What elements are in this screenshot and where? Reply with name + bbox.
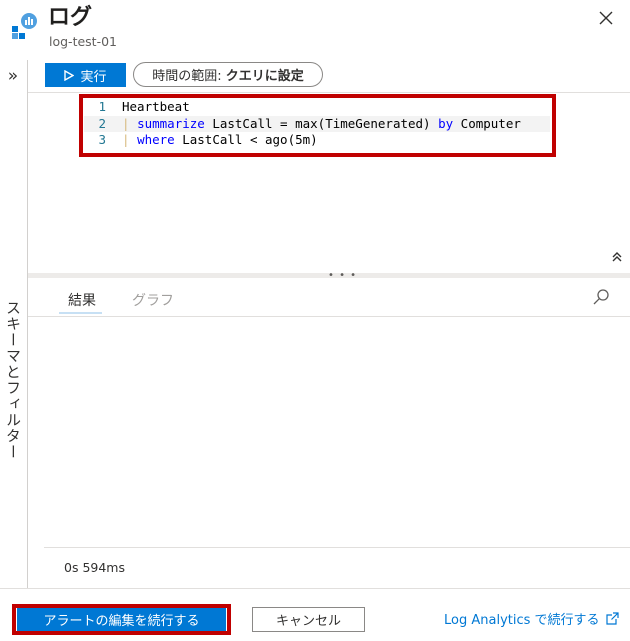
elapsed-time: 0s 594ms [64, 560, 125, 575]
continue-in-log-analytics-link[interactable]: Log Analytics で続行する [444, 609, 619, 628]
active-tab-indicator [59, 312, 102, 314]
continue-edit-alert-button[interactable]: アラートの編集を続行する [17, 608, 226, 631]
log-analytics-logo-icon [10, 12, 38, 40]
search-results-button[interactable] [592, 288, 612, 308]
tab-chart[interactable]: グラフ [132, 290, 174, 310]
tab-results[interactable]: 結果 [68, 290, 96, 310]
collapse-editor-button[interactable] [608, 250, 626, 268]
play-icon [64, 69, 75, 81]
external-link-icon [605, 612, 619, 625]
run-button-label: 実行 [80, 69, 107, 85]
results-tab-bar [28, 285, 630, 317]
time-range-button[interactable]: 時間の範囲: クエリに設定 [133, 62, 323, 87]
footer-divider [0, 588, 630, 589]
results-grid [28, 317, 630, 547]
double-chevron-up-icon [612, 252, 622, 262]
results-footer-divider [44, 547, 630, 548]
time-range-prefix: 時間の範囲: [152, 69, 222, 84]
splitter-handle-icon[interactable]: • • • [328, 270, 357, 281]
page-subtitle: log-test-01 [49, 34, 117, 49]
time-range-value: クエリに設定 [225, 69, 304, 84]
query-highlight-box [79, 94, 556, 157]
expand-rail-button[interactable]: » [0, 64, 26, 88]
run-button[interactable]: 実行 [45, 63, 126, 87]
schema-filter-toggle[interactable]: スキーマとフィルター [0, 300, 27, 460]
close-button[interactable] [594, 6, 618, 30]
cancel-button[interactable]: キャンセル [252, 607, 365, 632]
continue-in-log-analytics-label: Log Analytics で続行する [444, 613, 600, 628]
close-icon [599, 11, 613, 25]
search-icon [593, 289, 609, 305]
page-title: ログ [48, 5, 93, 30]
